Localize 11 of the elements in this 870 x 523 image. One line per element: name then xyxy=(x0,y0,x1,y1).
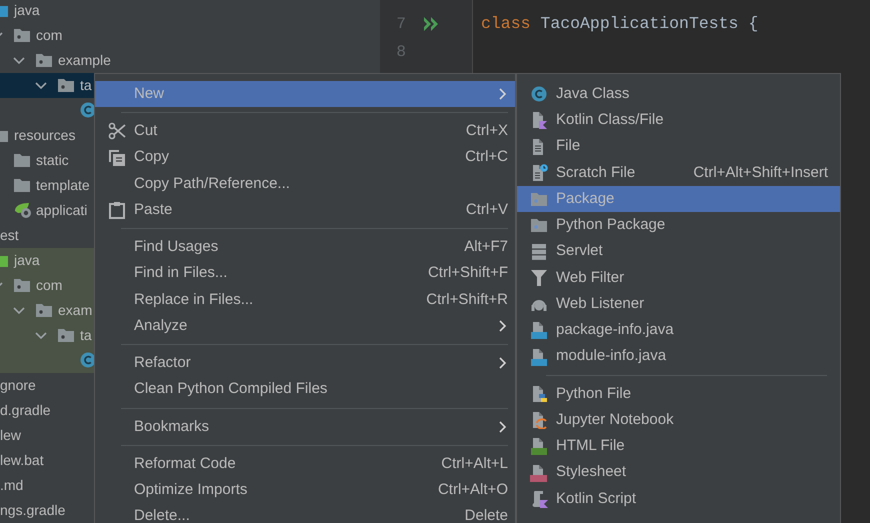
code-line: class TacoApplicationTests { xyxy=(481,12,758,35)
shortcut-label: Ctrl+V xyxy=(466,200,508,220)
shortcut-label: Ctrl+Shift+R xyxy=(426,290,508,310)
shortcut-label: Ctrl+Shift+F xyxy=(428,263,508,284)
shortcut-label: Ctrl+Alt+Shift+Insert xyxy=(693,162,828,183)
shortcut-label: Ctrl+C xyxy=(465,147,508,168)
shortcut-label: Delete xyxy=(464,506,508,523)
shortcut-label: Ctrl+X xyxy=(466,121,508,142)
shortcut-label: Alt+F7 xyxy=(464,237,508,258)
shortcut-label: Ctrl+Alt+O xyxy=(438,480,508,500)
shortcut-label: Ctrl+Alt+L xyxy=(441,454,508,474)
